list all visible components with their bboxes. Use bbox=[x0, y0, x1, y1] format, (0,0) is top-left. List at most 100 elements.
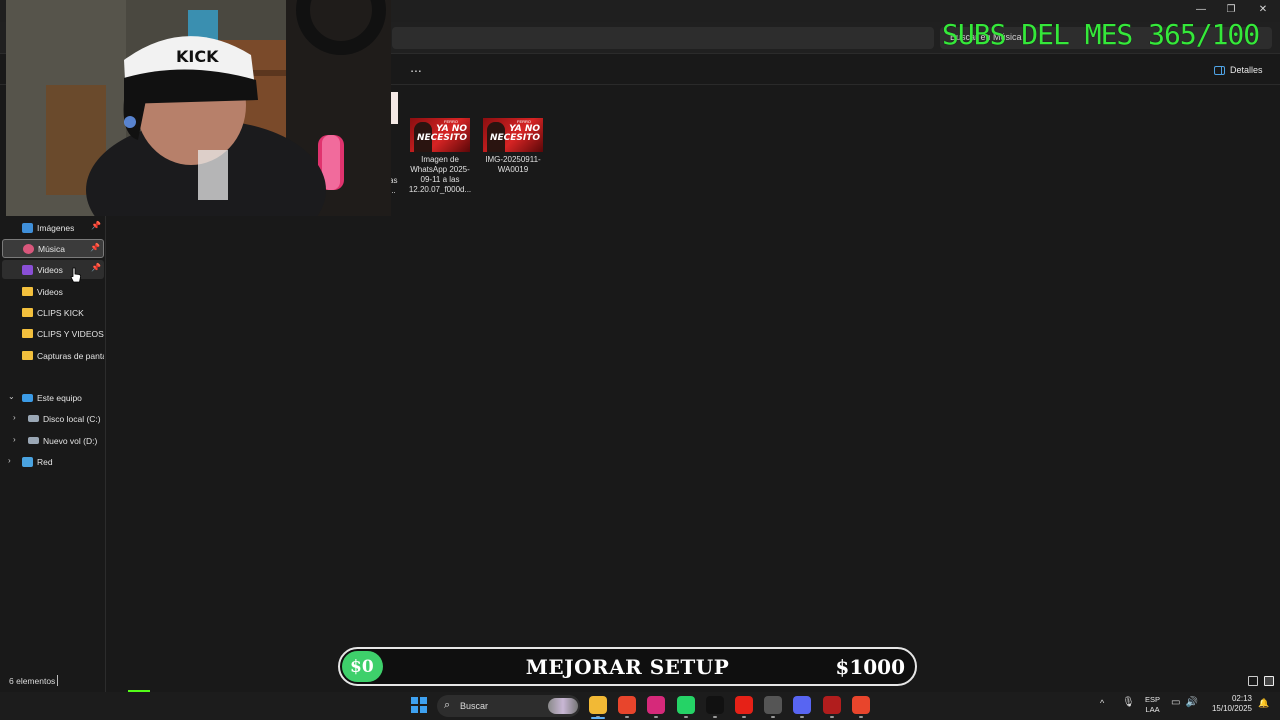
file-thumbnail: FERRO YA NO NECESITO bbox=[483, 118, 543, 152]
notifications-icon[interactable]: 🔔 bbox=[1258, 698, 1269, 709]
folder-icon bbox=[22, 351, 33, 360]
file-thumbnail-partial[interactable] bbox=[391, 92, 398, 124]
keyboard-layout: LAA bbox=[1145, 705, 1160, 714]
close-button[interactable]: ✕ bbox=[1248, 2, 1278, 18]
sidebar-item-label: Música bbox=[38, 243, 65, 254]
details-pane-icon bbox=[1214, 65, 1225, 75]
sidebar-item-label: Disco local (C:) bbox=[43, 413, 101, 424]
active-app-indicator bbox=[591, 717, 605, 719]
folder-icon bbox=[22, 287, 33, 296]
discord-icon[interactable] bbox=[793, 696, 811, 714]
running-indicator bbox=[713, 716, 717, 718]
running-indicator bbox=[800, 716, 804, 718]
running-indicator bbox=[654, 716, 658, 718]
sidebar-item-label: Videos bbox=[37, 264, 63, 275]
goal-title: MEJORAR SETUP bbox=[525, 655, 730, 679]
file-item[interactable]: FERRO YA NO NECESITO Imagen de WhatsApp … bbox=[405, 118, 475, 195]
webcam-scene: KICK bbox=[6, 0, 391, 216]
system-clock[interactable]: 02:13 15/10/2025 bbox=[1208, 694, 1252, 714]
thumbnail-title: YA NO NECESITO bbox=[489, 124, 540, 143]
file-name: Imagen de WhatsApp 2025-09-11 a las 12.2… bbox=[408, 155, 472, 194]
sidebar-item-disco-c[interactable]: › Disco local (C:) bbox=[2, 409, 104, 428]
sidebar-item-videos[interactable]: Videos 📌 bbox=[2, 260, 104, 279]
details-label: Detalles bbox=[1230, 65, 1263, 75]
file-name: IMG-20250911-WA0019 bbox=[485, 155, 541, 174]
subs-goal-overlay: SUBS DEL MES 365/100 bbox=[942, 18, 1260, 51]
chevron-down-icon[interactable]: ⌄ bbox=[8, 392, 15, 401]
taskbar-search[interactable]: ⌕ Buscar bbox=[437, 695, 580, 717]
running-indicator bbox=[742, 716, 746, 718]
hand-cursor-icon bbox=[70, 267, 81, 283]
sidebar-item-clips-kick[interactable]: CLIPS KICK bbox=[2, 303, 104, 322]
sidebar-item-videos-folder[interactable]: Videos bbox=[2, 282, 104, 301]
sidebar-item-este-equipo[interactable]: ⌄ Este equipo bbox=[2, 388, 104, 407]
pin-icon[interactable]: 📌 bbox=[91, 221, 101, 230]
sidebar-item-capturas[interactable]: Capturas de pantall bbox=[2, 346, 104, 365]
search-icon: ⌕ bbox=[444, 699, 451, 711]
goal-target-amount: $1000 bbox=[835, 655, 905, 679]
pictures-icon bbox=[22, 222, 33, 233]
drive-icon bbox=[28, 437, 39, 444]
language-code: ESP bbox=[1145, 695, 1161, 704]
thumbnail-title: YA NO NECESITO bbox=[416, 124, 467, 143]
sidebar-item-label: CLIPS Y VIDEOS EDI bbox=[37, 328, 104, 339]
sidebar-item-musica[interactable]: Música 📌 bbox=[2, 239, 104, 258]
brave-alt-icon[interactable] bbox=[852, 696, 870, 714]
folder-icon bbox=[22, 329, 33, 338]
running-indicator bbox=[859, 716, 863, 718]
svg-text:KICK: KICK bbox=[176, 47, 219, 66]
whatsapp-icon[interactable] bbox=[677, 696, 695, 714]
large-icons-view-icon[interactable] bbox=[1264, 676, 1274, 686]
file-item[interactable]: FERRO YA NO NECESITO IMG-20250911-WA0019 bbox=[478, 118, 548, 175]
chevron-right-icon[interactable]: › bbox=[8, 456, 11, 465]
voicemeeter-icon[interactable] bbox=[823, 696, 841, 714]
details-button[interactable]: Detalles bbox=[1214, 62, 1263, 78]
running-indicator bbox=[830, 716, 834, 718]
sidebar-item-label: Nuevo vol (D:) bbox=[43, 435, 98, 446]
search-highlight-image bbox=[548, 698, 578, 714]
sidebar-item-label: Imágenes bbox=[37, 222, 75, 233]
folder-icon bbox=[22, 308, 33, 317]
webcam-overlay: KICK bbox=[6, 0, 391, 216]
file-explorer-icon[interactable] bbox=[589, 696, 607, 714]
status-divider bbox=[57, 675, 58, 686]
sidebar-item-disco-d[interactable]: › Nuevo vol (D:) bbox=[2, 431, 104, 450]
brave-icon[interactable] bbox=[618, 696, 636, 714]
file-thumbnail: FERRO YA NO NECESITO bbox=[410, 118, 470, 152]
chevron-right-icon[interactable]: › bbox=[13, 435, 16, 444]
running-indicator bbox=[625, 716, 629, 718]
obs-icon[interactable] bbox=[764, 696, 782, 714]
sidebar-item-label: Red bbox=[37, 456, 53, 467]
language-indicator[interactable]: ESP LAA bbox=[1145, 695, 1160, 715]
microphone-icon[interactable]: 🎙 bbox=[1122, 697, 1135, 708]
windows-start-icon[interactable] bbox=[411, 697, 427, 713]
sidebar-item-imagenes[interactable]: Imágenes 📌 bbox=[2, 218, 104, 237]
sidebar-item-clips-videos[interactable]: CLIPS Y VIDEOS EDI bbox=[2, 324, 104, 343]
more-options-button[interactable]: ... bbox=[405, 59, 427, 79]
taskbar-search-label: Buscar bbox=[460, 701, 489, 711]
sidebar-item-label: CLIPS KICK bbox=[37, 307, 84, 318]
tray-overflow-chevron-icon[interactable]: ^ bbox=[1100, 698, 1104, 708]
clock-time: 02:13 bbox=[1231, 694, 1252, 703]
pin-icon[interactable]: 📌 bbox=[91, 263, 101, 272]
network-volume-icons[interactable]: ▭🔊 bbox=[1171, 697, 1203, 708]
item-count: 6 elementos bbox=[9, 676, 56, 686]
sidebar-item-red[interactable]: › Red bbox=[2, 452, 104, 471]
instagram-icon[interactable] bbox=[647, 696, 665, 714]
minimize-button[interactable]: — bbox=[1186, 2, 1216, 18]
address-bar[interactable] bbox=[392, 27, 934, 49]
donation-goal-bar: $0 MEJORAR SETUP $1000 bbox=[338, 647, 917, 686]
youtube-music-icon[interactable] bbox=[735, 696, 753, 714]
tiktok-icon[interactable] bbox=[706, 696, 724, 714]
clock-date: 15/10/2025 bbox=[1211, 704, 1252, 713]
computer-icon bbox=[22, 393, 33, 402]
pin-icon[interactable]: 📌 bbox=[90, 243, 100, 252]
details-view-icon[interactable] bbox=[1248, 676, 1258, 686]
taskbar: ⌕ Buscar ^ 🎙 ESP LAA ▭🔊 02:13 15/10/2025… bbox=[0, 692, 1280, 720]
drive-icon bbox=[28, 415, 39, 422]
network-icon bbox=[22, 456, 33, 467]
maximize-button[interactable]: ❐ bbox=[1216, 2, 1246, 18]
sidebar-item-label: Capturas de pantall bbox=[37, 350, 104, 361]
chevron-right-icon[interactable]: › bbox=[13, 413, 16, 422]
running-indicator bbox=[771, 716, 775, 718]
